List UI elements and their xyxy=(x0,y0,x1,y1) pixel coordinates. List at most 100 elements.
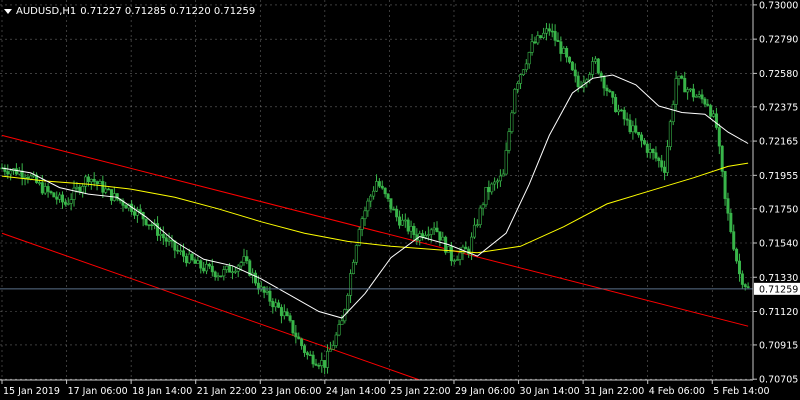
candle-body xyxy=(190,253,194,261)
candle-body xyxy=(599,72,603,78)
candle-body xyxy=(735,248,739,262)
candle-body xyxy=(317,364,321,367)
candle-body xyxy=(478,207,482,225)
candle-body xyxy=(63,201,67,205)
candle-body xyxy=(663,166,667,173)
candle-body xyxy=(593,58,597,62)
candle-body xyxy=(184,255,188,264)
candle-body xyxy=(6,171,10,175)
candle-body xyxy=(689,88,693,91)
candle-body xyxy=(199,260,203,269)
symbol-timeframe-label: AUDUSD,H1 xyxy=(16,5,77,17)
candle-body xyxy=(504,150,508,175)
candle-body xyxy=(222,269,226,277)
candle-body xyxy=(732,231,736,250)
candle-body xyxy=(49,191,53,194)
candle-body xyxy=(337,324,341,336)
candle-body xyxy=(691,88,695,98)
price-tick-label: 0.70705 xyxy=(759,375,798,386)
chart-window[interactable]: 0.73000 0.72790 0.72580 0.72375 0.72165 0.719… xyxy=(0,0,800,400)
candle-body xyxy=(268,290,272,302)
time-tick-label: 31 Jan 22:00 xyxy=(584,386,644,397)
candle-body xyxy=(553,31,557,41)
candle-body xyxy=(660,160,664,168)
candle-body xyxy=(714,113,718,128)
price-chart[interactable]: 0.73000 0.72790 0.72580 0.72375 0.72165 0.719… xyxy=(0,0,800,400)
candle-body xyxy=(274,302,278,308)
candle-body xyxy=(374,181,378,192)
candle-body xyxy=(156,223,160,236)
candle-body xyxy=(544,28,548,34)
candle-body xyxy=(228,265,232,273)
candle-body xyxy=(464,246,468,250)
time-tick-label: 29 Jan 06:00 xyxy=(455,386,515,397)
time-tick-label: 5 Feb 14:00 xyxy=(713,386,769,397)
candle-body xyxy=(487,187,491,193)
candle-body xyxy=(501,173,505,177)
candle-body xyxy=(562,47,566,54)
candle-body xyxy=(225,265,229,270)
candle-body xyxy=(328,348,332,352)
time-tick-label: 18 Jan 14:00 xyxy=(132,386,192,397)
candle-body xyxy=(432,227,436,231)
candle-body xyxy=(654,152,658,159)
time-tick-label: 30 Jan 14:00 xyxy=(520,386,580,397)
candle-body xyxy=(92,178,96,182)
candle-body xyxy=(366,200,370,212)
candle-body xyxy=(596,58,600,74)
candle-body xyxy=(158,233,162,236)
candle-body xyxy=(311,354,315,365)
candle-body xyxy=(205,263,209,272)
candle-body xyxy=(536,35,540,44)
candle-body xyxy=(395,208,399,218)
candle-body xyxy=(602,76,606,89)
price-tick-label: 0.72580 xyxy=(759,69,798,80)
candle-body xyxy=(475,224,479,226)
candle-body xyxy=(107,188,111,191)
candle-body xyxy=(69,199,73,204)
time-tick-label: 23 Jan 06:00 xyxy=(261,386,321,397)
candle-body xyxy=(671,104,675,123)
candle-body xyxy=(202,267,206,272)
candle-body xyxy=(285,311,289,317)
candle-body xyxy=(588,74,592,81)
candle-body xyxy=(493,181,497,185)
candle-body xyxy=(645,143,649,153)
candle-body xyxy=(524,63,528,71)
candle-body xyxy=(308,354,312,357)
candle-body xyxy=(403,219,407,222)
candle-body xyxy=(320,360,324,366)
candle-body xyxy=(470,236,474,255)
dropdown-arrow-icon[interactable] xyxy=(4,8,12,14)
candle-body xyxy=(331,345,335,350)
candle-body xyxy=(230,271,234,274)
candle-body xyxy=(409,225,413,232)
candle-body xyxy=(591,61,595,75)
price-tick-label: 0.71120 xyxy=(759,307,798,318)
candle-body xyxy=(706,103,710,106)
candle-body xyxy=(219,275,223,278)
candle-body xyxy=(254,272,258,284)
candle-body xyxy=(75,186,79,189)
chart-title-bar: AUDUSD,H1 0.71227 0.71285 0.71220 0.7125… xyxy=(4,4,255,18)
candle-body xyxy=(323,360,327,368)
candle-body xyxy=(746,286,750,288)
candle-body xyxy=(447,246,451,253)
candle-body xyxy=(510,112,514,132)
candle-body xyxy=(176,249,180,252)
candle-body xyxy=(495,180,499,183)
candle-body xyxy=(614,97,618,113)
candle-body xyxy=(674,78,678,105)
candle-body xyxy=(605,87,609,92)
candle-body xyxy=(164,237,168,242)
candle-body xyxy=(43,186,47,194)
candle-body xyxy=(58,194,62,200)
candle-body xyxy=(291,320,295,334)
candle-body xyxy=(52,192,56,198)
candle-body xyxy=(709,105,713,117)
candle-body xyxy=(389,198,393,210)
candle-body xyxy=(484,187,488,206)
candle-body xyxy=(628,119,632,133)
candle-body xyxy=(72,187,76,200)
candle-body xyxy=(380,185,384,189)
